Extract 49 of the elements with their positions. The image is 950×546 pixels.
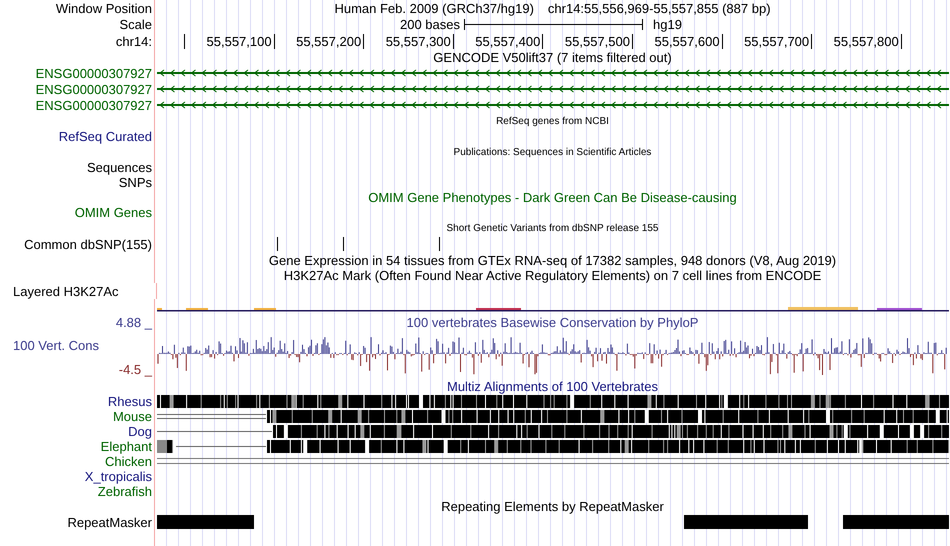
gene-feature[interactable] [156, 102, 948, 108]
species-label[interactable]: Rhesus [108, 394, 152, 409]
ruler-label: 55,557,700 [722, 34, 812, 48]
track-title: OMIM Gene Phenotypes - Dark Green Can Be Disease-causing [368, 190, 737, 205]
track-label[interactable]: Common dbSNP(155) [24, 237, 152, 252]
species-label[interactable]: Chicken [105, 454, 152, 469]
species-label[interactable]: Zebrafish [98, 484, 152, 499]
scale-label: 200 bases [400, 16, 460, 32]
track-label[interactable]: Layered H3K27Ac [13, 284, 119, 298]
repeat-blocks[interactable] [156, 515, 948, 529]
track-title: Multiz Alignments of 100 Vertebrates [446, 379, 658, 394]
track-label: chr14: [116, 34, 152, 48]
ruler-label: 55,557,800 [812, 34, 902, 48]
gene-feature[interactable] [156, 70, 948, 76]
track-label[interactable]: RepeatMasker [67, 514, 152, 530]
track-label[interactable]: Sequences [86, 160, 152, 175]
assembly-title: Human Feb. 2009 (GRCh37/hg19) [334, 0, 534, 16]
track-title: GENCODE V50lift37 (7 items filtered out) [433, 50, 672, 65]
axis-min-label: -4.5 _ [118, 362, 152, 378]
ruler-label: 55,557,600 [632, 34, 723, 48]
ruler-label: 55,557,200 [274, 34, 364, 48]
position-text: chr14:55,556,969-55,557,855 (887 bp) [548, 0, 771, 16]
track-label[interactable]: SNPs [118, 175, 152, 190]
track-title: 100 vertebrates Basewise Conservation by PhyloP [406, 315, 698, 330]
species-label[interactable]: Elephant [100, 439, 152, 454]
ruler-label: 55,557,100 [185, 34, 275, 48]
species-label[interactable]: X_tropicalis [84, 469, 152, 484]
track-title: Gene Expression in 54 tissues from GTEx RNA-seq of 17382 samples, 948 donors (V8, Aug 2019) [268, 253, 836, 268]
track-label: Scale [119, 16, 152, 32]
track-title: Short Genetic Variants from dbSNP release 155 [446, 222, 658, 234]
track-label[interactable]: ENSG00000307927 [36, 82, 152, 96]
species-label[interactable]: Mouse [112, 409, 152, 424]
assembly-label: hg19 [653, 16, 682, 32]
track-title: Publications: Sequences in Scientific Articles [454, 146, 652, 158]
track-title: RefSeq genes from NCBI [496, 116, 609, 126]
track-label[interactable]: RefSeq Curated [58, 129, 152, 144]
track-label[interactable]: ENSG00000307927 [36, 66, 152, 80]
track-label: Window Position [56, 0, 152, 16]
ruler-label: 55,557,300 [364, 34, 454, 48]
ruler-label: 55,557,500 [543, 34, 633, 48]
track-label[interactable]: 100 Vert. Cons [0, 330, 152, 362]
track-title: Repeating Elements by RepeatMasker [441, 499, 664, 514]
ruler-label: 55,557,400 [454, 34, 544, 48]
gene-feature[interactable] [156, 86, 948, 92]
track-label[interactable]: OMIM Genes [74, 205, 152, 220]
species-label[interactable]: Dog [128, 424, 152, 439]
track-title: H3K27Ac Mark (Often Found Near Active Regulatory Elements) on 7 cell lines from ENCODE [284, 268, 822, 283]
track-label[interactable]: ENSG00000307927 [36, 98, 152, 112]
axis-max-label: 4.88 _ [114, 315, 152, 330]
